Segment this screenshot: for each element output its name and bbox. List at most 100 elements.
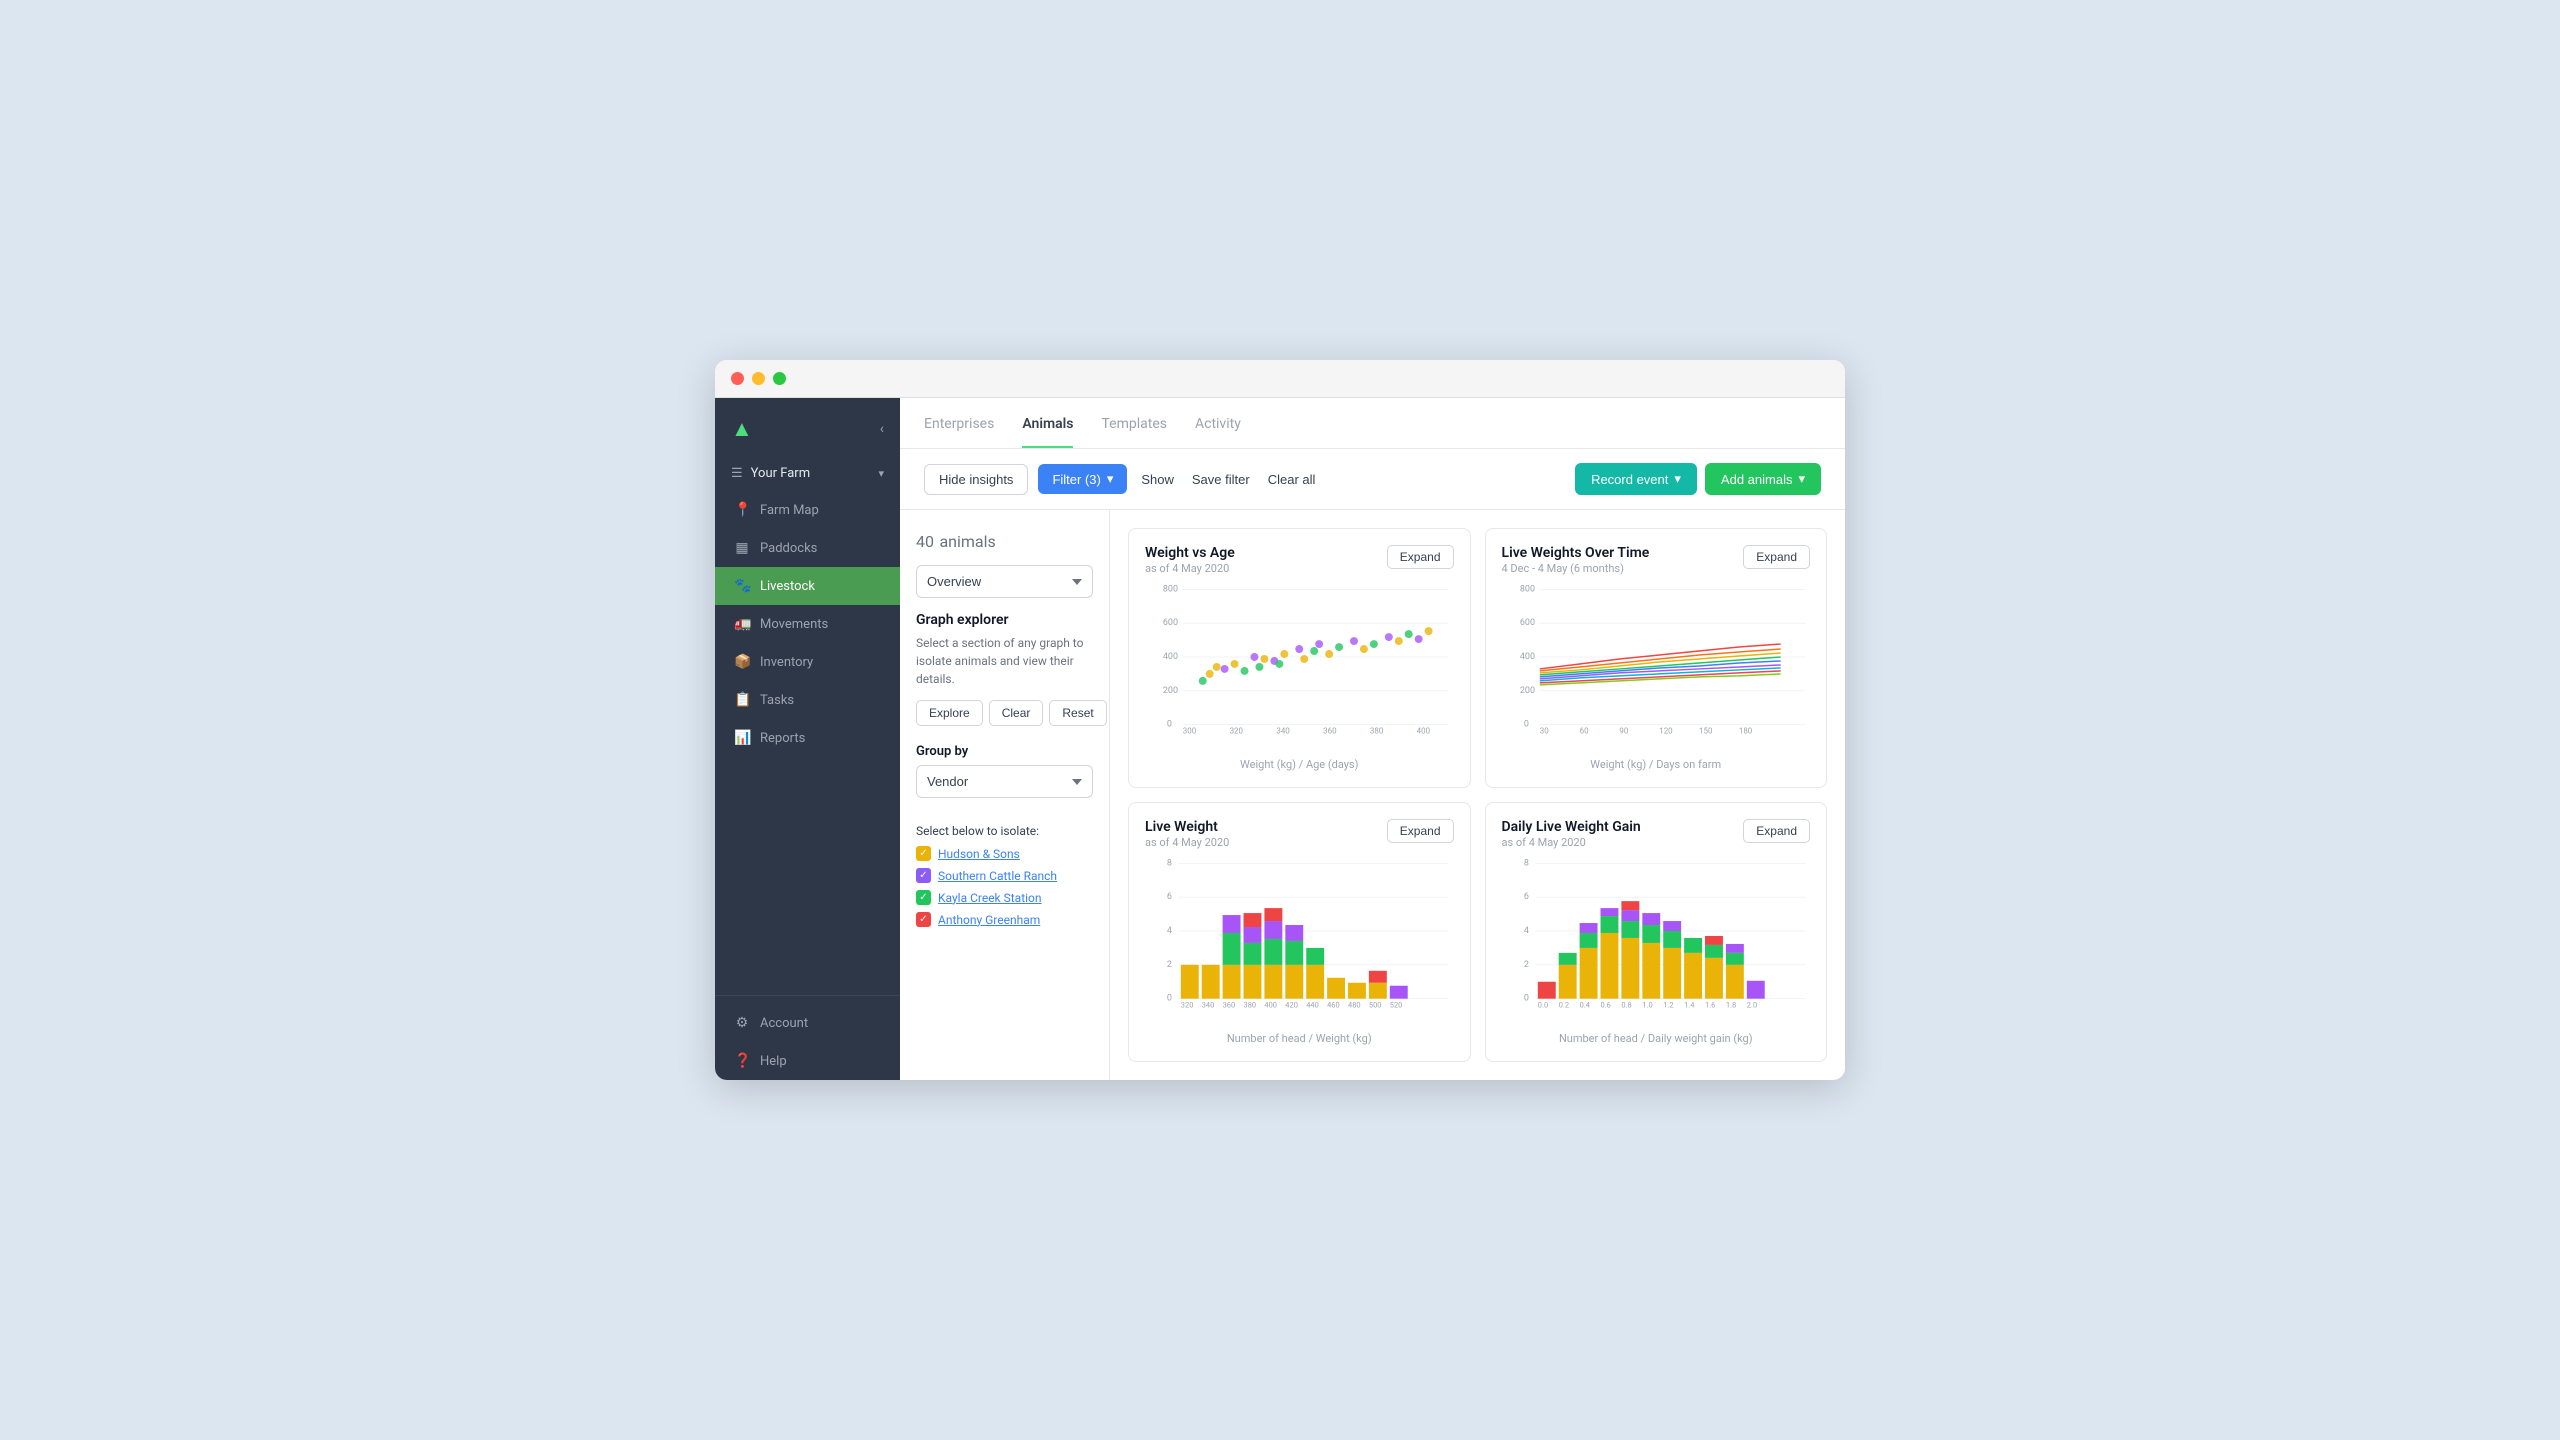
svg-text:0.6: 0.6: [1600, 1001, 1610, 1010]
reset-button[interactable]: Reset: [1049, 700, 1106, 726]
clear-all-button[interactable]: Clear all: [1264, 465, 1320, 494]
vendor-item: ✓ Anthony Greenham: [916, 912, 1093, 927]
chart-header: Weight vs Age as of 4 May 2020 Expand: [1145, 545, 1454, 575]
isolate-label: Select below to isolate:: [916, 824, 1093, 838]
chart-title: Daily Live Weight Gain: [1502, 819, 1641, 835]
svg-text:4: 4: [1523, 926, 1528, 936]
livestock-icon: 🐾: [734, 578, 750, 594]
add-animals-chevron-icon: ▾: [1798, 471, 1805, 487]
expand-live-weight-button[interactable]: Expand: [1387, 819, 1454, 843]
sidebar-item-livestock[interactable]: 🐾Livestock: [715, 567, 900, 605]
vendor-checkbox[interactable]: ✓: [916, 868, 931, 883]
svg-text:320: 320: [1230, 727, 1244, 736]
svg-text:1.6: 1.6: [1705, 1001, 1715, 1010]
sidebar-collapse-icon[interactable]: ‹: [880, 421, 884, 437]
vendor-name[interactable]: Kayla Creek Station: [938, 891, 1042, 905]
svg-text:8: 8: [1523, 858, 1528, 868]
inventory-icon: 📦: [734, 654, 750, 670]
chart-title-group: Weight vs Age as of 4 May 2020: [1145, 545, 1235, 575]
vendor-name[interactable]: Southern Cattle Ranch: [938, 869, 1057, 883]
main-content: Enterprises Animals Templates Activity Hide…: [900, 398, 1845, 1080]
svg-text:0.4: 0.4: [1579, 1001, 1590, 1010]
svg-text:360: 360: [1323, 727, 1337, 736]
vendor-checkbox[interactable]: ✓: [916, 846, 931, 861]
svg-text:90: 90: [1619, 727, 1628, 736]
save-filter-button[interactable]: Save filter: [1188, 465, 1254, 494]
sidebar-item-paddocks[interactable]: ▦Paddocks: [715, 529, 900, 567]
sidebar-farm[interactable]: ☰ Your Farm ▾: [715, 456, 900, 491]
vendor-name[interactable]: Hudson & Sons: [938, 847, 1020, 861]
add-animals-label: Add animals: [1721, 472, 1793, 487]
tab-activity[interactable]: Activity: [1195, 398, 1241, 448]
tab-enterprises[interactable]: Enterprises: [924, 398, 994, 448]
vendor-list: ✓ Hudson & Sons ✓ Southern Cattle Ranch ✓ Kay…: [916, 846, 1093, 927]
tab-animals[interactable]: Animals: [1022, 398, 1073, 448]
svg-text:340: 340: [1276, 727, 1290, 736]
svg-text:600: 600: [1163, 618, 1178, 628]
svg-text:0.2: 0.2: [1558, 1001, 1568, 1010]
hide-insights-button[interactable]: Hide insights: [924, 464, 1028, 495]
sidebar-item-account[interactable]: ⚙Account: [715, 1004, 900, 1042]
sidebar-item-reports[interactable]: 📊 Reports: [715, 719, 900, 757]
svg-text:600: 600: [1519, 618, 1534, 628]
svg-text:340: 340: [1202, 1001, 1215, 1010]
vendor-name[interactable]: Anthony Greenham: [938, 913, 1040, 927]
chart-subtitle: as of 4 May 2020: [1145, 562, 1235, 575]
filter-button[interactable]: Filter (3) ▾: [1038, 464, 1127, 494]
close-dot[interactable]: [731, 372, 744, 385]
vendor-checkbox[interactable]: ✓: [916, 912, 931, 927]
animals-count: 40 animals: [916, 528, 1093, 553]
sidebar-item-inventory[interactable]: 📦 Inventory: [715, 643, 900, 681]
sidebar-item-movements[interactable]: 🚛Movements: [715, 605, 900, 643]
weight-vs-age-axis-label: Weight (kg) / Age (days): [1145, 758, 1454, 771]
svg-text:0.8: 0.8: [1621, 1001, 1631, 1010]
clear-button[interactable]: Clear: [989, 700, 1044, 726]
help-label: Help: [760, 1054, 787, 1069]
svg-text:1.4: 1.4: [1684, 1001, 1695, 1010]
app-body: ▲ ‹ ☰ Your Farm ▾ 📍Farm Map▦Paddocks🐾Liv…: [715, 398, 1845, 1080]
vendor-checkbox[interactable]: ✓: [916, 890, 931, 905]
svg-text:180: 180: [1738, 727, 1752, 736]
weight-vs-age-chart: 800 600 400 200 0: [1145, 579, 1454, 754]
expand-daily-gain-button[interactable]: Expand: [1743, 819, 1810, 843]
chart-subtitle: as of 4 May 2020: [1145, 836, 1229, 849]
svg-text:800: 800: [1163, 584, 1178, 594]
expand-live-weights-button[interactable]: Expand: [1743, 545, 1810, 569]
sidebar-item-tasks[interactable]: 📋Tasks: [715, 681, 900, 719]
svg-text:460: 460: [1327, 1001, 1340, 1010]
vendor-item: ✓ Kayla Creek Station: [916, 890, 1093, 905]
live-weight-svg: 8 6 4 2 0: [1145, 853, 1454, 1008]
group-by-select[interactable]: Vendor Paddock Tag: [916, 765, 1093, 798]
farm-map-icon: 📍: [734, 502, 750, 518]
svg-text:6: 6: [1167, 892, 1172, 902]
svg-text:420: 420: [1285, 1001, 1298, 1010]
svg-text:1.0: 1.0: [1642, 1001, 1652, 1010]
sidebar-item-farm-map[interactable]: 📍Farm Map: [715, 491, 900, 529]
expand-weight-vs-age-button[interactable]: Expand: [1387, 545, 1454, 569]
sidebar-item-help[interactable]: ❓Help: [715, 1042, 900, 1080]
chart-title: Live Weight: [1145, 819, 1229, 835]
svg-text:200: 200: [1519, 686, 1534, 696]
reports-label: Reports: [760, 731, 805, 746]
svg-text:0.0: 0.0: [1537, 1001, 1547, 1010]
live-weights-chart: 800 600 400 200 0: [1502, 579, 1811, 754]
chart-title-group: Live Weights Over Time 4 Dec - 4 May (6 …: [1502, 545, 1650, 575]
overview-select[interactable]: Overview Details Summary: [916, 565, 1093, 598]
maximize-dot[interactable]: [773, 372, 786, 385]
add-animals-button[interactable]: Add animals ▾: [1705, 463, 1821, 495]
left-panel: 40 animals Overview Details Summary Grap…: [900, 510, 1110, 1080]
svg-text:400: 400: [1163, 652, 1178, 662]
live-weights-card: Live Weights Over Time 4 Dec - 4 May (6 …: [1485, 528, 1828, 788]
explore-button[interactable]: Explore: [916, 700, 983, 726]
toolbar: Hide insights Filter (3) ▾ Show Save fil…: [900, 449, 1845, 510]
inventory-label: Inventory: [760, 655, 813, 670]
filter-label: Filter (3): [1052, 472, 1100, 487]
svg-text:120: 120: [1659, 727, 1673, 736]
show-button[interactable]: Show: [1137, 465, 1178, 494]
reports-icon: 📊: [734, 730, 750, 746]
minimize-dot[interactable]: [752, 372, 765, 385]
tab-templates[interactable]: Templates: [1101, 398, 1167, 448]
vendor-item: ✓ Hudson & Sons: [916, 846, 1093, 861]
chart-title: Live Weights Over Time: [1502, 545, 1650, 561]
record-event-button[interactable]: Record event ▾: [1575, 463, 1697, 495]
